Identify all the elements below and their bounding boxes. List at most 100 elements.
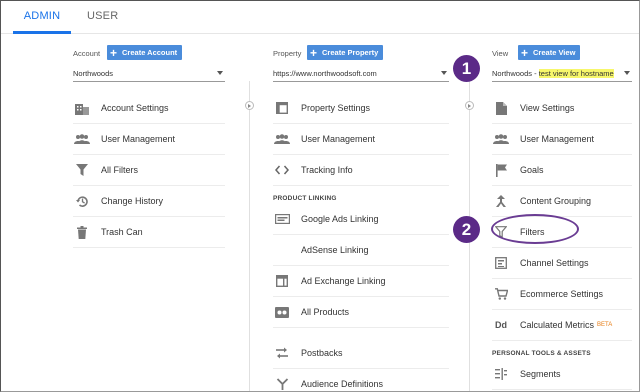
google-ads-linking-item[interactable]: Google Ads Linking xyxy=(273,204,449,235)
account-column-title: Account xyxy=(73,49,101,58)
property-selected-value: https://www.northwoodsoft.com xyxy=(273,69,377,78)
cart-icon xyxy=(492,287,510,301)
column-divider xyxy=(249,81,250,391)
item-label: User Management xyxy=(520,134,595,144)
blank-icon xyxy=(273,243,291,257)
item-label: Postbacks xyxy=(301,348,343,358)
goals-item[interactable]: Goals xyxy=(492,155,632,186)
item-label: AdSense Linking xyxy=(301,245,369,255)
item-label: Trash Can xyxy=(101,227,143,237)
create-property-label: Create Property xyxy=(322,48,379,57)
beta-badge: BETA xyxy=(597,322,613,328)
tab-admin[interactable]: ADMIN xyxy=(13,10,71,22)
property-selector[interactable]: https://www.northwoodsoft.com xyxy=(273,66,449,82)
view-user-management-item[interactable]: User Management xyxy=(492,124,632,155)
item-label: Channel Settings xyxy=(520,258,589,268)
content-grouping-item[interactable]: Content Grouping xyxy=(492,186,632,217)
channel-icon xyxy=(492,256,510,270)
item-label: View Settings xyxy=(520,103,575,113)
users-icon xyxy=(73,132,91,146)
callout-badge-1: 1 xyxy=(453,55,480,82)
active-tab-indicator xyxy=(13,31,71,34)
account-user-management-item[interactable]: User Management xyxy=(73,124,225,155)
window-icon xyxy=(273,101,291,115)
item-label: Property Settings xyxy=(301,103,371,113)
property-column: Property + Create Property https://www.n… xyxy=(273,45,449,390)
view-column-title: View xyxy=(492,49,509,58)
item-label: All Products xyxy=(301,307,350,317)
trash-icon xyxy=(73,225,91,239)
tab-user[interactable]: USER xyxy=(87,10,118,22)
create-view-button[interactable]: + Create View xyxy=(518,45,581,60)
users-icon xyxy=(492,132,510,146)
product-linking-header: PRODUCT LINKING xyxy=(273,195,337,202)
item-label: Google Ads Linking xyxy=(301,214,379,224)
audience-definitions-item[interactable]: Audience Definitions xyxy=(273,369,449,391)
segments-item[interactable]: Segments xyxy=(492,359,632,390)
trash-can-item[interactable]: Trash Can xyxy=(73,217,225,248)
view-settings-item[interactable]: View Settings xyxy=(492,93,632,124)
item-label: Ad Exchange Linking xyxy=(301,276,386,286)
plus-icon: + xyxy=(521,45,529,60)
item-label: Tracking Info xyxy=(301,165,353,175)
account-selected-value: Northwoods xyxy=(73,69,114,78)
caret-down-icon xyxy=(624,71,630,75)
document-icon xyxy=(492,101,510,115)
ad-exchange-linking-item[interactable]: Ad Exchange Linking xyxy=(273,266,449,297)
postbacks-item[interactable]: Postbacks xyxy=(273,338,449,369)
all-filters-item[interactable]: All Filters xyxy=(73,155,225,186)
users-icon xyxy=(273,132,291,146)
view-selected-prefix: Northwoods - xyxy=(492,69,539,78)
create-account-button[interactable]: + Create Account xyxy=(107,45,183,60)
account-selector[interactable]: Northwoods xyxy=(73,66,225,82)
item-label: Ecommerce Settings xyxy=(520,289,604,299)
calculated-metrics-item[interactable]: Dd Calculated Metrics BETA xyxy=(492,310,632,341)
item-label: Change History xyxy=(101,196,164,206)
column-arrow-icon xyxy=(465,101,474,110)
property-user-management-item[interactable]: User Management xyxy=(273,124,449,155)
dd-icon: Dd xyxy=(495,320,507,330)
ecommerce-settings-item[interactable]: Ecommerce Settings xyxy=(492,279,632,310)
history-icon xyxy=(73,194,91,208)
item-label: Goals xyxy=(520,165,544,175)
item-label: Audience Definitions xyxy=(301,379,384,389)
change-history-item[interactable]: Change History xyxy=(73,186,225,217)
postbacks-icon xyxy=(273,346,291,360)
account-menu: Account Settings User Management All Fil… xyxy=(73,93,225,248)
item-label: Content Grouping xyxy=(520,196,592,206)
code-icon xyxy=(273,163,291,177)
filter-icon xyxy=(73,163,91,177)
filters-highlight-ring xyxy=(491,214,579,244)
property-settings-item[interactable]: Property Settings xyxy=(273,93,449,124)
create-account-label: Create Account xyxy=(122,48,178,57)
tab-bar: ADMIN USER xyxy=(1,1,639,34)
item-label: Calculated Metrics xyxy=(520,320,595,330)
tracking-info-item[interactable]: Tracking Info xyxy=(273,155,449,186)
item-label: User Management xyxy=(101,134,176,144)
callout-badge-2: 2 xyxy=(453,216,480,243)
adsense-linking-item[interactable]: AdSense Linking xyxy=(273,235,449,266)
personal-tools-header: PERSONAL TOOLS & ASSETS xyxy=(492,350,591,357)
property-column-title: Property xyxy=(273,49,302,58)
item-label: Segments xyxy=(520,369,561,379)
caret-down-icon xyxy=(441,71,447,75)
item-label: Account Settings xyxy=(101,103,169,113)
segments-icon xyxy=(492,367,510,381)
view-selector[interactable]: Northwoods - test view for hostname xyxy=(492,66,632,82)
view-selected-highlight: test view for hostname xyxy=(538,69,614,78)
create-property-button[interactable]: + Create Property xyxy=(307,45,384,60)
building-icon xyxy=(73,101,91,115)
all-products-item[interactable]: All Products xyxy=(273,297,449,328)
admin-panel: ADMIN USER Account + Create Account Nort… xyxy=(0,0,640,392)
flag-icon xyxy=(492,163,510,177)
account-settings-item[interactable]: Account Settings xyxy=(73,93,225,124)
view-column: View + Create View Northwoods - test vie… xyxy=(492,45,639,390)
channel-settings-item[interactable]: Channel Settings xyxy=(492,248,632,279)
plus-icon: + xyxy=(310,45,318,60)
audience-icon xyxy=(273,377,291,391)
plus-icon: + xyxy=(110,45,118,60)
ad-exchange-icon xyxy=(273,274,291,288)
all-products-icon xyxy=(273,305,291,319)
ads-icon xyxy=(273,212,291,226)
item-label: All Filters xyxy=(101,165,139,175)
